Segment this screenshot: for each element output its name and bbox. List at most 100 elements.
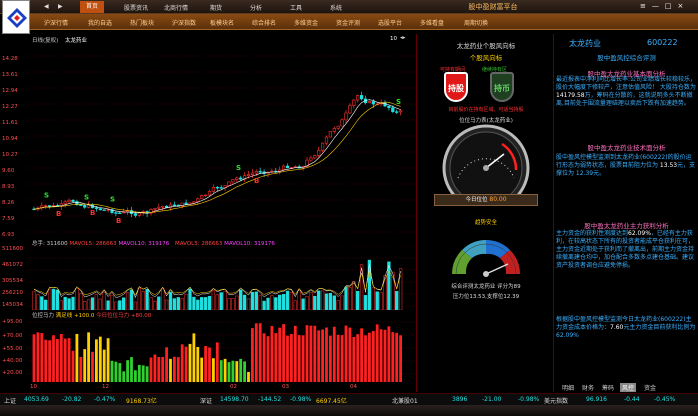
volume-bar — [122, 297, 126, 310]
forward-arrow-icon[interactable]: ▶ — [58, 3, 63, 10]
candlestick-chart[interactable]: SBSBSBSBS — [28, 44, 416, 240]
candle-body — [348, 105, 352, 114]
power-bar — [387, 326, 391, 382]
volume-bar — [328, 292, 333, 310]
volume-bar — [336, 300, 340, 310]
sub-nav-indices[interactable]: 沪深指数 — [172, 18, 196, 27]
tab-details[interactable]: 明细 — [560, 383, 576, 392]
sub-nav-rankings[interactable]: 综合排名 — [252, 18, 276, 27]
power-bar — [348, 327, 352, 382]
volume-bar — [47, 288, 52, 310]
chart-panel: 日线(复权) 太龙药业 10 ◂▸ 14.28 13.61 12.94 12.2… — [0, 34, 417, 392]
hold-shield-icon[interactable]: 持股 — [444, 72, 468, 102]
volume-bar — [223, 291, 227, 310]
volume-bar — [207, 295, 212, 310]
candle-body — [118, 212, 122, 214]
index-sz-pct: -0.98% — [290, 396, 312, 403]
volume-tick: 305534 — [2, 278, 23, 284]
index-sz-label[interactable]: 深证 — [200, 396, 212, 405]
power-bar — [239, 358, 243, 382]
power-bar — [270, 325, 274, 382]
top-nav-system[interactable]: 系统 — [330, 3, 342, 12]
volume-bar — [164, 299, 169, 310]
close-icon[interactable]: × — [678, 2, 690, 10]
power-bar — [313, 325, 317, 382]
index-north-value: 3896 — [452, 396, 468, 403]
candle-body — [328, 131, 333, 138]
volume-chart[interactable] — [28, 246, 416, 310]
power-bar — [290, 334, 293, 382]
volume-bar — [367, 259, 372, 310]
volume-bar — [320, 290, 325, 310]
tab-finance[interactable]: 财务 — [580, 383, 596, 392]
top-nav-home[interactable]: 首页 — [80, 1, 105, 13]
sub-nav-period[interactable]: 周期切换 — [464, 18, 488, 27]
volume-bar — [137, 287, 141, 310]
volume-bar — [281, 294, 286, 310]
price-tick: 7.59 — [2, 216, 15, 222]
tab-capital[interactable]: 资金 — [642, 383, 658, 392]
window-controls[interactable]: ≡—□× — [640, 2, 689, 10]
sub-nav-sector-names[interactable]: 板模块名 — [210, 18, 234, 27]
menu-icon[interactable]: ≡ — [640, 2, 652, 10]
index-north-label[interactable]: 北兼股01 — [392, 396, 418, 405]
tab-chips[interactable]: 筹码 — [600, 383, 616, 392]
power-bar — [340, 335, 344, 382]
wind-vane-panel: 太龙药业个股风向标 个股风向标 可持有期间 继续持有区 持股 持币 目前股价在持… — [418, 34, 554, 392]
maximize-icon[interactable]: □ — [665, 2, 678, 10]
power-bar — [329, 335, 332, 382]
candle-body — [391, 107, 395, 112]
top-nav-tools[interactable]: 工具 — [290, 3, 302, 12]
chart-zoom[interactable]: 10 — [390, 36, 397, 42]
volume-bar — [379, 292, 383, 310]
candle-body — [219, 187, 223, 189]
candle-body — [83, 205, 87, 208]
back-arrow-icon[interactable]: ◀ — [44, 3, 49, 10]
candle-body — [227, 181, 231, 186]
minimize-icon[interactable]: — — [652, 2, 665, 10]
sub-nav-fund-eval[interactable]: 资金评测 — [336, 18, 360, 27]
top-nav-analysis[interactable]: 分析 — [250, 3, 262, 12]
candle-body — [204, 194, 208, 197]
power-chart[interactable] — [28, 318, 416, 382]
top-nav-news[interactable]: 股票资讯 — [124, 3, 148, 12]
index-usd-label[interactable]: 美元指数 — [544, 396, 568, 405]
power-tick: +20.00 — [2, 370, 23, 376]
sub-nav-quotes[interactable]: 沪深行情 — [44, 18, 68, 27]
power-bar — [266, 336, 270, 382]
candle-body — [324, 136, 329, 144]
tab-risk[interactable]: 风控 — [620, 383, 637, 392]
sub-nav-stock-picker[interactable]: 选股平台 — [378, 18, 402, 27]
candle-body — [211, 186, 216, 192]
top-nav-futures[interactable]: 期货 — [210, 3, 222, 12]
power-bar — [204, 346, 207, 382]
volume-bar — [231, 298, 235, 310]
power-bar — [344, 325, 348, 382]
sub-nav-watchlist[interactable]: 我的自选 — [88, 18, 112, 27]
power-bar — [251, 328, 254, 382]
power-bar — [215, 342, 219, 382]
hold-note: 目前股价在持有区域，可适当持股 — [448, 107, 524, 113]
power-bar — [137, 364, 141, 382]
top-nav-market[interactable]: 北商行情 — [164, 3, 188, 12]
candle-body — [398, 110, 403, 113]
index-usd-change: -0.44 — [624, 396, 640, 403]
power-bar — [254, 323, 258, 382]
sell-shield-icon[interactable]: 持币 — [490, 72, 514, 102]
chart-zoom-stepper-icon[interactable]: ◂▸ — [400, 35, 406, 41]
volume-bar — [40, 296, 44, 310]
sub-nav-hot-sectors[interactable]: 热门板块 — [130, 18, 154, 27]
volume-bar — [266, 297, 270, 310]
index-sh-label[interactable]: 上证 — [4, 396, 16, 405]
sub-nav-capital[interactable]: 多维资金 — [294, 18, 318, 27]
candle-body — [184, 202, 188, 205]
price-tick: 11.61 — [2, 120, 18, 126]
power-bar — [235, 361, 239, 382]
volume-bar — [313, 295, 317, 310]
volume-bar — [188, 288, 192, 310]
power-bar — [52, 335, 55, 382]
x-axis-label: 10 — [30, 384, 37, 390]
sub-nav-multi-view[interactable]: 多维看盘 — [420, 18, 444, 27]
power-bar — [243, 361, 246, 382]
volume-bar — [215, 294, 219, 310]
